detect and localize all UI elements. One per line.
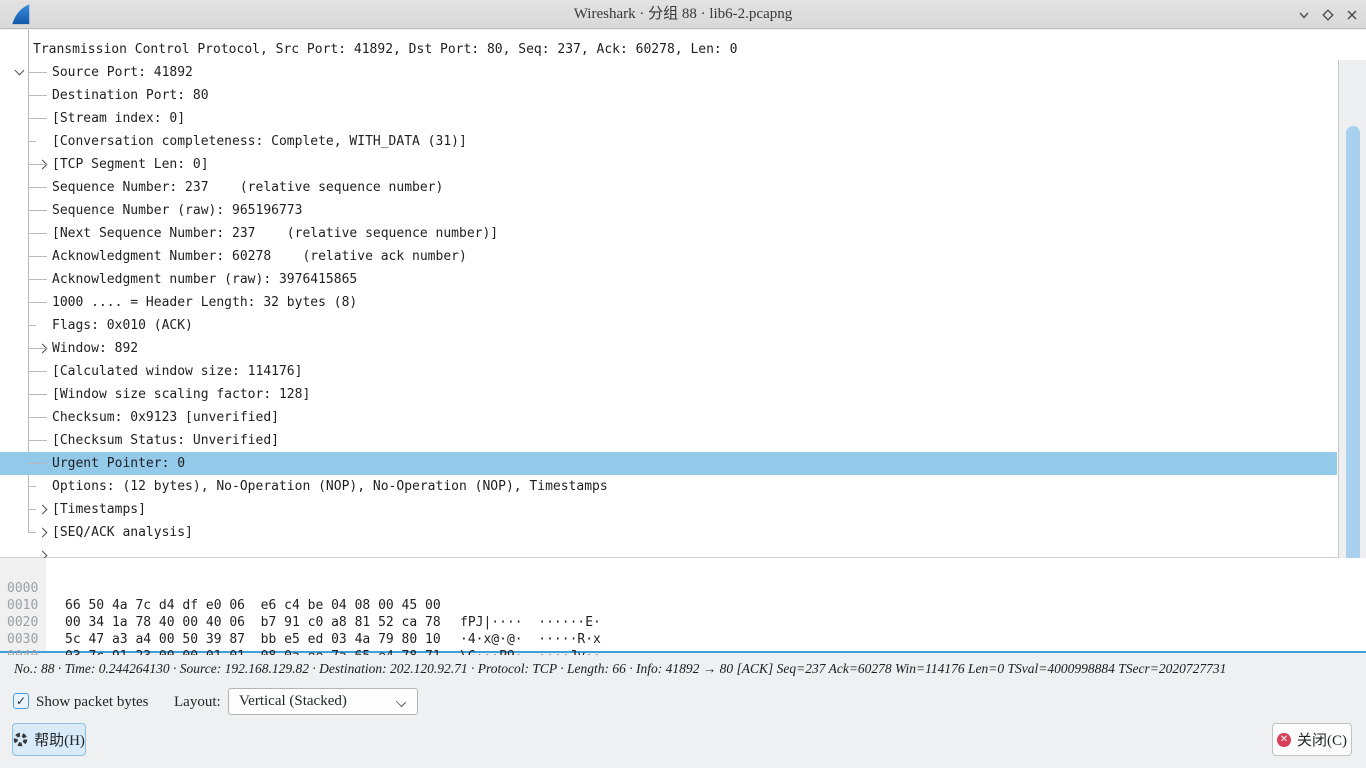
maximize-button[interactable] <box>1320 7 1336 23</box>
chevron-down-icon <box>396 697 406 707</box>
scrollbar-thumb[interactable] <box>1346 126 1360 578</box>
hex-row[interactable]: 0030 03 7c 91 23 00 00 01 01 08 0a ee 7a… <box>0 614 1366 631</box>
minimize-button[interactable] <box>1296 7 1312 23</box>
red-x-circle-icon: ✕ <box>1277 733 1291 747</box>
layout-label: Layout: <box>174 688 221 716</box>
show-packet-bytes-label[interactable]: Show packet bytes <box>36 688 148 716</box>
tree-item[interactable]: Sequence Number: 237 (relative sequence … <box>0 176 1337 199</box>
tree-item[interactable]: Window: 892 <box>0 337 1337 360</box>
tree-item-selected[interactable]: Urgent Pointer: 0 <box>0 452 1337 475</box>
help-buoy-icon <box>13 732 28 747</box>
help-button-label: 帮助(H) <box>34 729 85 750</box>
dialog-bottom-area: No.: 88 · Time: 0.244264130 · Source: 19… <box>0 655 1366 768</box>
packet-summary-line: No.: 88 · Time: 0.244264130 · Source: 19… <box>14 661 1226 677</box>
titlebar: Wireshark · 分组 88 · lib6-2.pcapng <box>0 0 1366 29</box>
tree-item[interactable]: [Timestamps] <box>0 498 1337 521</box>
tree-item[interactable]: [Window size scaling factor: 128] <box>0 383 1337 406</box>
tree-item[interactable]: Acknowledgment Number: 60278 (relative a… <box>0 245 1337 268</box>
close-button[interactable]: ✕ 关闭(C) <box>1272 723 1352 756</box>
packet-bytes-pane: 0000 66 50 4a 7c d4 df e0 06 e6 c4 be 04… <box>0 558 1366 653</box>
tree-item[interactable]: 1000 .... = Header Length: 32 bytes (8) <box>0 291 1337 314</box>
tree-item[interactable]: [Calculated window size: 114176] <box>0 360 1337 383</box>
x-icon <box>1345 8 1359 22</box>
vertical-scrollbar[interactable] <box>1338 60 1366 587</box>
tree-item[interactable]: [Checksum Status: Unverified] <box>0 429 1337 452</box>
tree-item[interactable]: Source Port: 41892 <box>0 61 1337 84</box>
chevron-down-icon <box>1297 8 1311 22</box>
tree-item[interactable]: Options: (12 bytes), No-Operation (NOP),… <box>0 475 1337 498</box>
close-button-label: 关闭(C) <box>1297 729 1347 750</box>
tree-item[interactable]: [SEQ/ACK analysis] <box>0 521 1337 544</box>
hex-row[interactable]: 0040 db b3 ·· <box>0 631 1366 648</box>
tree-item[interactable]: Flags: 0x010 (ACK) <box>0 314 1337 337</box>
hex-row[interactable]: 0010 00 34 1a 78 40 00 40 06 b7 91 c0 a8… <box>0 580 1366 597</box>
tree-item[interactable]: Sequence Number (raw): 965196773 <box>0 199 1337 222</box>
layout-select[interactable]: Vertical (Stacked) <box>228 688 418 715</box>
checkmark-icon: ✓ <box>16 694 26 708</box>
hex-row[interactable]: 0000 66 50 4a 7c d4 df e0 06 e6 c4 be 04… <box>0 563 1366 580</box>
tree-item[interactable]: [Stream index: 0] <box>0 107 1337 130</box>
show-packet-bytes-checkbox[interactable]: ✓ <box>13 693 29 709</box>
tree-item[interactable]: [Next Sequence Number: 237 (relative seq… <box>0 222 1337 245</box>
window-title: Wireshark · 分组 88 · lib6-2.pcapng <box>0 0 1366 29</box>
tree-item[interactable]: Acknowledgment number (raw): 3976415865 <box>0 268 1337 291</box>
tree-item-tcp-root[interactable]: Transmission Control Protocol, Src Port:… <box>0 38 1337 61</box>
tree-item[interactable]: Checksum: 0x9123 [unverified] <box>0 406 1337 429</box>
tree-item[interactable]: Destination Port: 80 <box>0 84 1337 107</box>
help-button[interactable]: 帮助(H) <box>12 723 86 756</box>
close-window-button[interactable] <box>1344 7 1360 23</box>
layout-selected-value: Vertical (Stacked) <box>239 689 347 714</box>
hex-row[interactable]: 0020 5c 47 a3 a4 00 50 39 87 bb e5 ed 03… <box>0 597 1366 614</box>
tree-item[interactable]: [Conversation completeness: Complete, WI… <box>0 130 1337 153</box>
packet-detail-tree: Transmission Control Protocol, Src Port:… <box>0 30 1366 558</box>
tree-item[interactable]: [TCP Segment Len: 0] <box>0 153 1337 176</box>
diamond-icon <box>1321 8 1335 22</box>
